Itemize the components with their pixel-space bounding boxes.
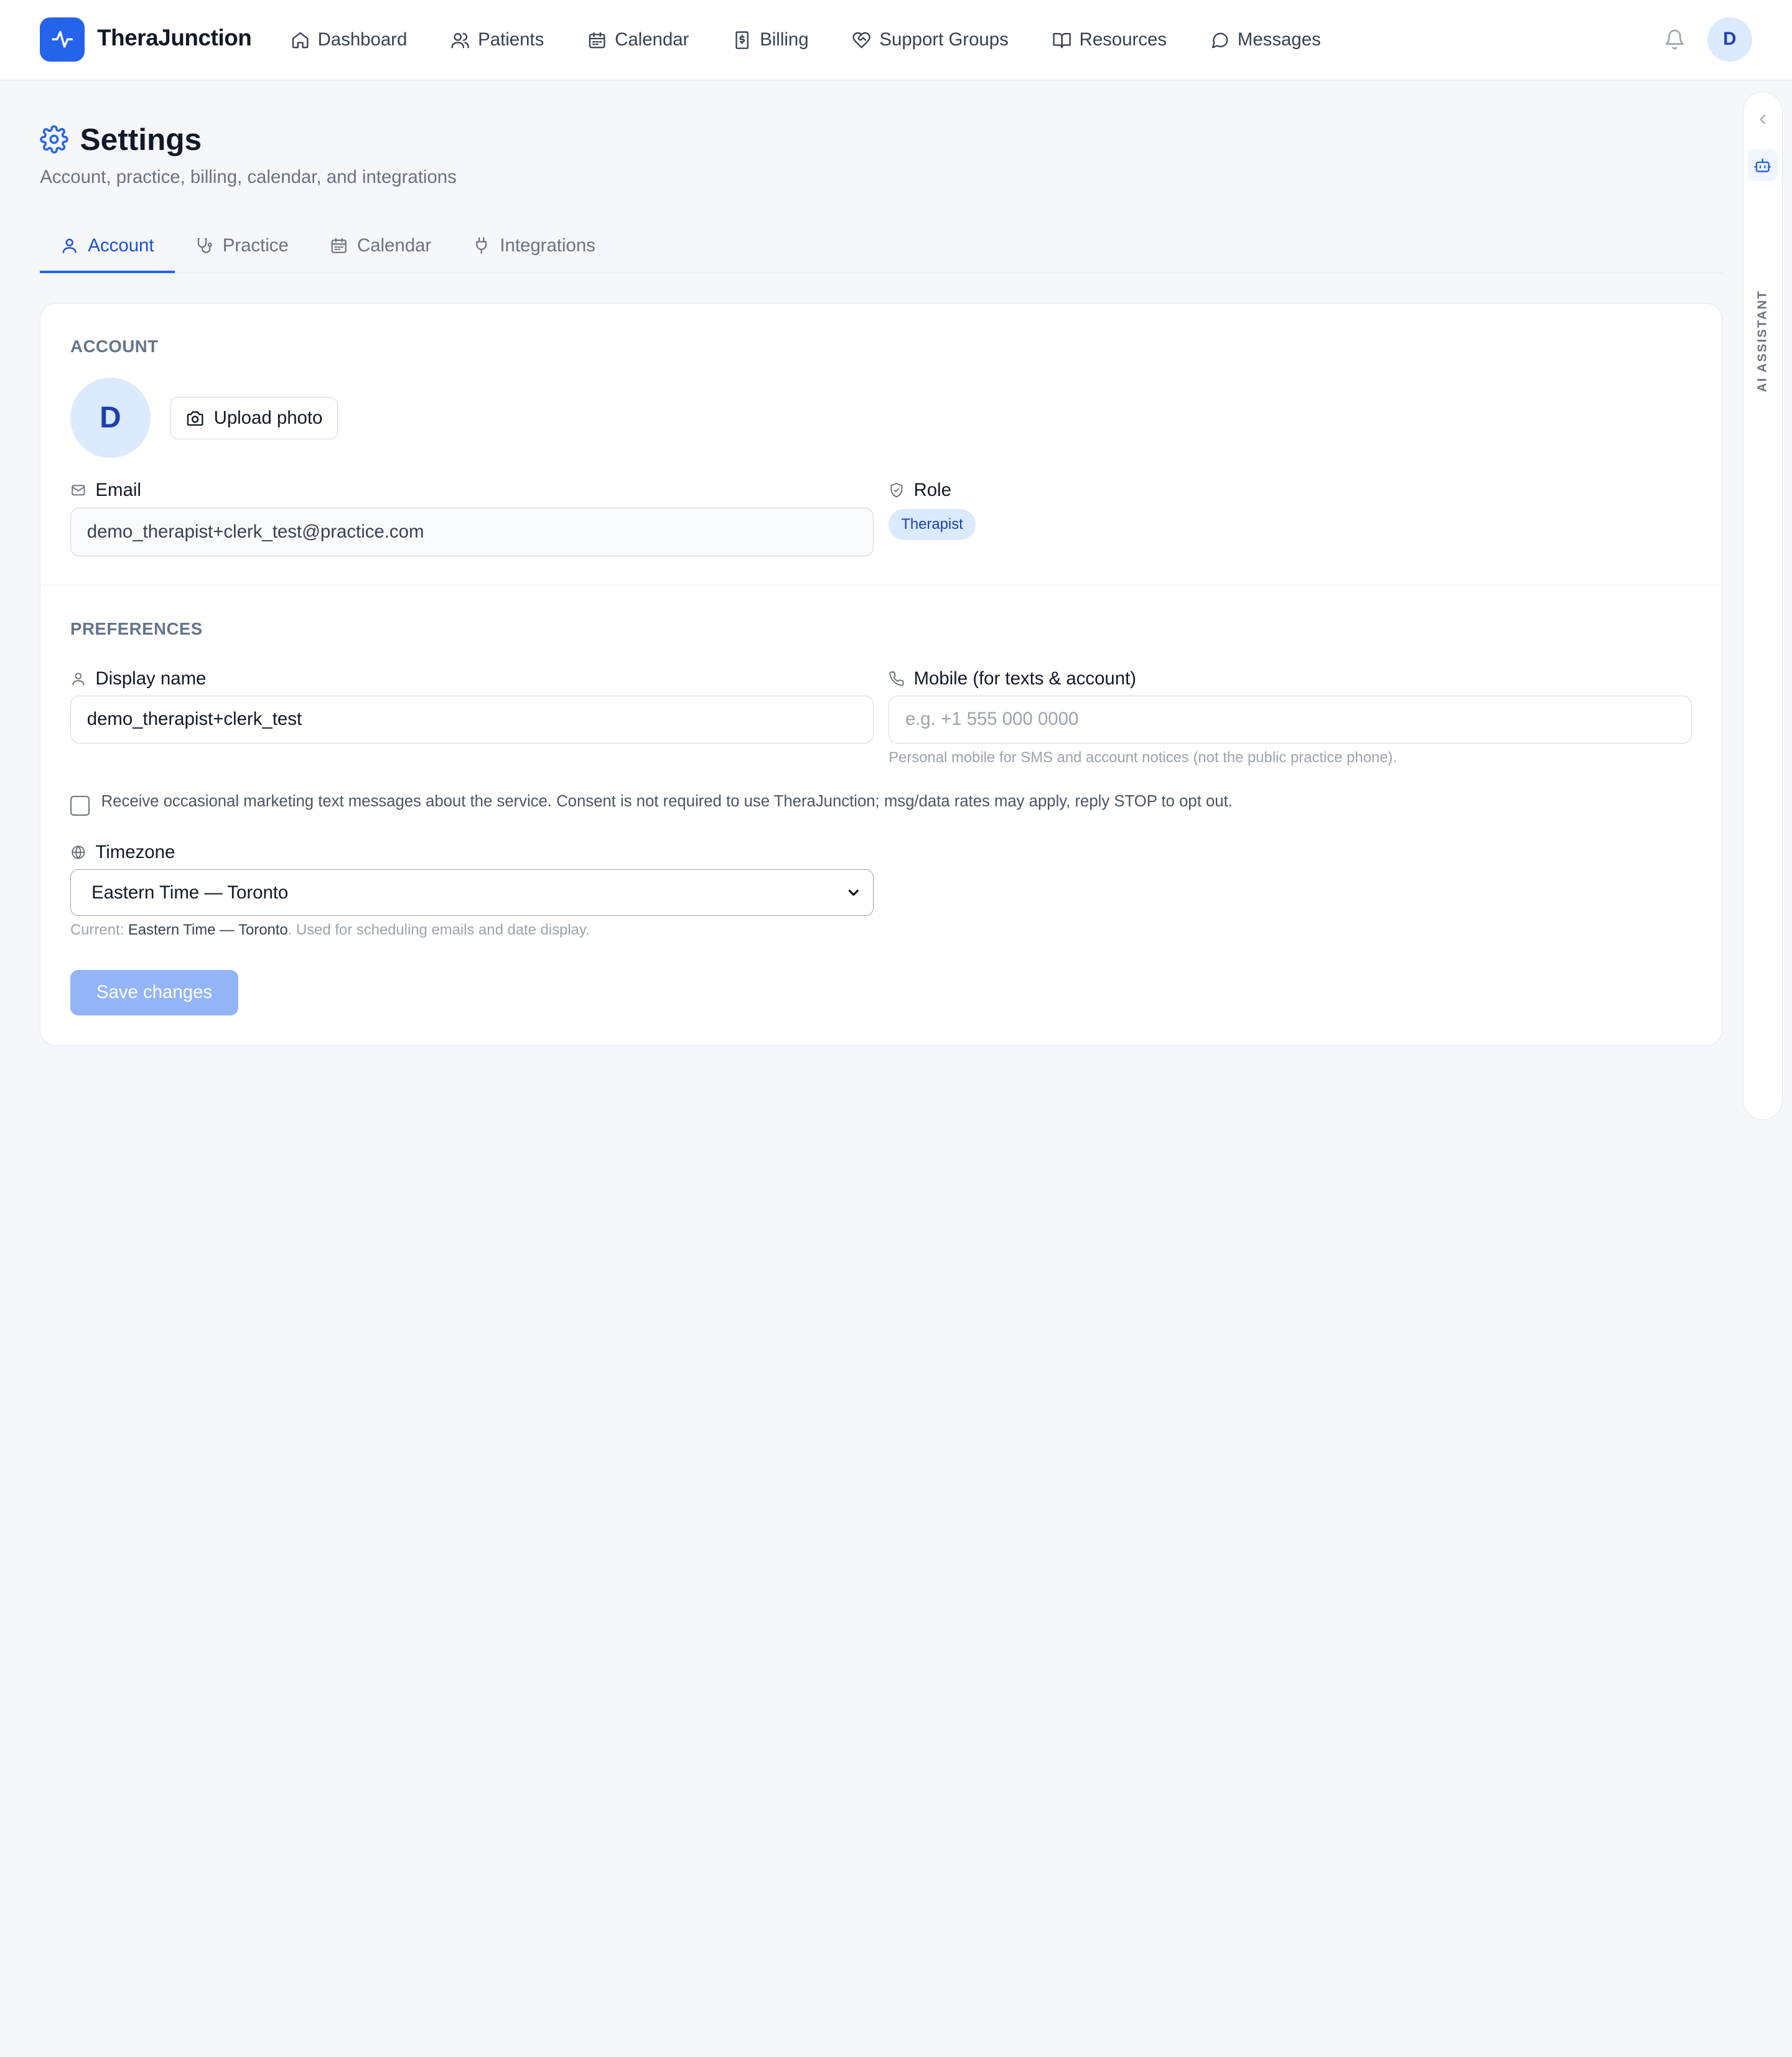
tab-label: Account xyxy=(88,235,154,256)
tab-label: Practice xyxy=(222,235,289,256)
ai-assistant-rail: AI ASSISTANT xyxy=(1742,91,1783,1120)
display-name-input[interactable]: demo_therapist+clerk_test xyxy=(70,695,874,744)
camera-icon xyxy=(187,411,203,426)
settings-tabs: Account Practice Calendar Integrations xyxy=(40,220,1722,273)
role-badge: Therapist xyxy=(889,509,976,540)
timezone-selected-value: Eastern Time — Toronto xyxy=(91,882,289,903)
home-icon xyxy=(292,32,309,49)
page-title: Settings xyxy=(80,121,202,157)
heart-handshake-icon xyxy=(852,32,871,49)
upload-photo-label: Upload photo xyxy=(213,408,323,429)
stethoscope-icon xyxy=(197,238,212,253)
email-field[interactable]: demo_therapist+clerk_test@practice.com xyxy=(70,508,874,556)
nav-label: Patients xyxy=(478,29,544,50)
mobile-label-row: Mobile (for texts & account) xyxy=(889,668,1136,689)
email-label-row: Email xyxy=(70,480,141,501)
tab-integrations[interactable]: Integrations xyxy=(452,220,616,272)
chevron-down-icon xyxy=(848,889,859,896)
timezone-help-suffix: . Used for scheduling emails and date di… xyxy=(287,921,590,939)
nav-item-calendar[interactable]: Calendar xyxy=(587,29,689,50)
display-name-label: Display name xyxy=(95,668,207,689)
tab-practice[interactable]: Practice xyxy=(175,220,309,272)
users-icon xyxy=(451,32,469,49)
mail-icon xyxy=(72,485,85,496)
receipt-icon xyxy=(735,31,749,49)
logo-pulse-icon[interactable] xyxy=(40,17,85,62)
shield-icon xyxy=(890,482,903,498)
timezone-help-prefix: Current: xyxy=(70,921,128,939)
role-label: Role xyxy=(913,479,951,500)
nav-label: Messages xyxy=(1237,29,1321,50)
marketing-consent-row: Receive occasional marketing text messag… xyxy=(70,793,1233,816)
marketing-consent-text: Receive occasional marketing text messag… xyxy=(101,792,1233,810)
mobile-label: Mobile (for texts & account) xyxy=(913,668,1137,689)
tab-label: Calendar xyxy=(357,235,432,256)
nav-item-resources[interactable]: Resources xyxy=(1052,29,1167,50)
tab-calendar[interactable]: Calendar xyxy=(309,220,452,272)
timezone-help-text: Current: Eastern Time — Toronto. Used fo… xyxy=(70,921,590,939)
role-label-row: Role xyxy=(889,480,951,501)
nav-item-messages[interactable]: Messages xyxy=(1210,29,1321,50)
ai-assistant-label[interactable]: AI ASSISTANT xyxy=(1756,290,1770,392)
bot-icon xyxy=(1754,158,1771,172)
nav-label: Support Groups xyxy=(879,29,1009,50)
notification-bell-icon[interactable] xyxy=(1664,29,1686,50)
email-label: Email xyxy=(95,479,141,500)
preferences-section-label: PREFERENCES xyxy=(70,618,203,638)
timezone-help-current: Eastern Time — Toronto xyxy=(128,921,288,939)
user-icon xyxy=(62,238,77,254)
page-header: Settings xyxy=(40,121,202,157)
account-section-label: ACCOUNT xyxy=(70,336,159,356)
display-name-label-row: Display name xyxy=(70,668,206,689)
calendar-icon xyxy=(589,32,605,49)
globe-icon xyxy=(72,845,85,859)
chevron-left-icon[interactable] xyxy=(1755,111,1771,128)
tab-label: Integrations xyxy=(500,235,595,256)
nav-item-support-groups[interactable]: Support Groups xyxy=(852,29,1009,50)
nav-label: Billing xyxy=(760,29,809,50)
calendar-icon xyxy=(331,238,347,253)
page-subtitle: Account, practice, billing, calendar, an… xyxy=(40,167,457,188)
profile-avatar: D xyxy=(70,378,151,458)
mobile-input[interactable]: e.g. +1 555 000 0000 xyxy=(889,695,1692,744)
brand-name[interactable]: TheraJunction xyxy=(97,25,252,51)
ai-assistant-button[interactable] xyxy=(1748,149,1778,182)
timezone-label-row: Timezone xyxy=(70,842,175,863)
nav-label: Resources xyxy=(1079,29,1167,50)
nav-item-billing[interactable]: Billing xyxy=(732,29,809,50)
nav-label: Dashboard xyxy=(317,29,408,50)
user-avatar[interactable]: D xyxy=(1707,17,1752,62)
gear-icon xyxy=(40,124,68,154)
account-settings-card: ACCOUNT D Upload photo Email demo_therap… xyxy=(40,302,1722,1046)
nav-item-patients[interactable]: Patients xyxy=(450,29,544,50)
timezone-select[interactable]: Eastern Time — Toronto xyxy=(70,869,874,917)
mobile-help-text: Personal mobile for SMS and account noti… xyxy=(889,749,1398,767)
timezone-label: Timezone xyxy=(95,841,175,862)
phone-icon xyxy=(889,671,904,686)
nav-label: Calendar xyxy=(615,29,689,50)
marketing-consent-checkbox[interactable] xyxy=(70,796,90,816)
plug-icon xyxy=(476,237,487,254)
save-changes-button[interactable]: Save changes xyxy=(70,969,239,1015)
upload-photo-button[interactable]: Upload photo xyxy=(169,397,338,440)
tab-account[interactable]: Account xyxy=(40,220,175,273)
nav-item-dashboard[interactable]: Dashboard xyxy=(291,29,408,50)
main-nav: Dashboard Patients Calendar Billing Supp… xyxy=(291,0,1365,80)
section-divider xyxy=(40,584,1721,586)
app-root: TheraJunction Dashboard Patients Calenda… xyxy=(0,0,1792,1120)
message-circle-icon xyxy=(1211,32,1228,49)
user-icon xyxy=(72,673,85,686)
top-navigation-bar: TheraJunction Dashboard Patients Calenda… xyxy=(0,0,1792,80)
book-open-icon xyxy=(1052,32,1071,49)
